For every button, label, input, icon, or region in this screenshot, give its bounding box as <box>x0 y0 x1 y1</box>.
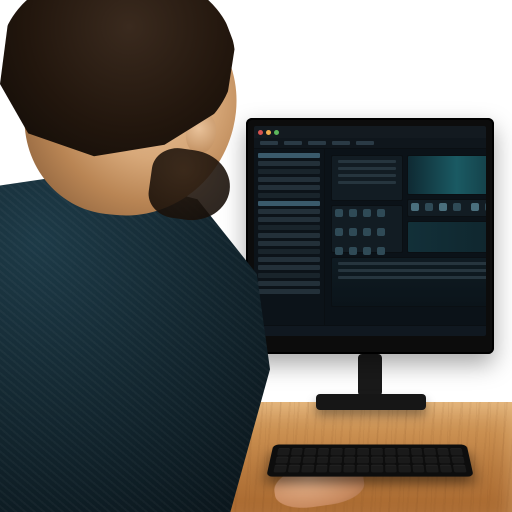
app-titlebar <box>254 126 486 138</box>
panel-grid <box>331 205 403 253</box>
person-torso <box>0 172 270 512</box>
panel-timeline <box>331 257 486 307</box>
scene: { "description": "Photorealistic/rendere… <box>0 0 512 512</box>
monitor-stand-base <box>316 394 426 410</box>
monitor-stand-neck <box>358 354 382 396</box>
toolbar-item <box>284 141 302 145</box>
panel-chips <box>407 199 486 217</box>
monitor <box>246 118 494 354</box>
keyboard <box>266 444 473 476</box>
person <box>0 0 270 512</box>
status-bar <box>254 325 486 336</box>
app-body <box>254 149 486 325</box>
window-dot-max-icon <box>274 130 279 135</box>
toolbar-item <box>332 141 350 145</box>
panel-strip <box>407 221 486 253</box>
screen <box>254 126 486 336</box>
toolbar-item <box>356 141 374 145</box>
main-area <box>325 149 486 325</box>
panel-properties <box>331 155 403 201</box>
toolbar-item <box>308 141 326 145</box>
keyboard-keys <box>273 448 466 472</box>
app-toolbar <box>254 138 486 149</box>
monitor-bezel <box>246 118 494 354</box>
panel-waveform <box>407 155 486 195</box>
